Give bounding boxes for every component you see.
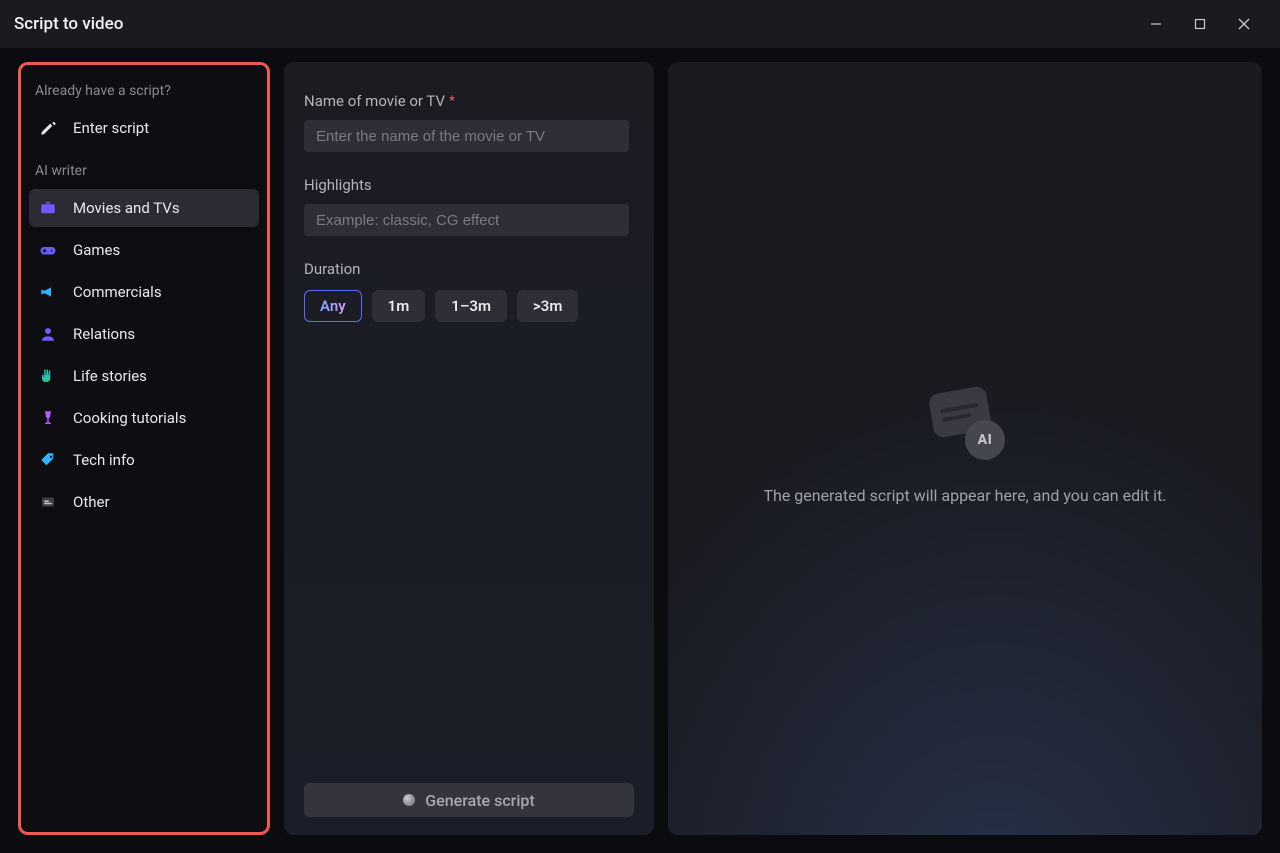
category-label: Commercials (73, 283, 162, 301)
wine-icon (37, 407, 59, 429)
preview-panel: AI The generated script will appear here… (668, 62, 1262, 835)
preview-placeholder-text: The generated script will appear here, a… (763, 484, 1166, 508)
generate-label: Generate script (425, 791, 534, 810)
category-tv[interactable]: Movies and TVs (29, 189, 259, 227)
category-label: Movies and TVs (73, 199, 180, 217)
category-tag[interactable]: Tech info (29, 441, 259, 479)
duration-label: 1–3m (451, 297, 491, 315)
minimize-button[interactable] (1134, 0, 1178, 48)
pencil-icon (37, 117, 59, 139)
category-megaphone[interactable]: Commercials (29, 273, 259, 311)
duration-13m[interactable]: 1–3m (435, 290, 507, 322)
duration-3m[interactable]: >3m (517, 290, 578, 322)
titlebar: Script to video (0, 0, 1280, 48)
duration-label: 1m (388, 297, 410, 315)
category-gamepad[interactable]: Games (29, 231, 259, 269)
category-list: Movies and TVs Games Commercials Relations L… (29, 189, 259, 521)
sidebar: Already have a script? Enter script AI w… (18, 62, 270, 835)
duration-chipset: Any 1m 1–3m >3m (304, 290, 634, 322)
category-label: Cooking tutorials (73, 409, 186, 427)
category-label: Tech info (73, 451, 135, 469)
enter-script-label: Enter script (73, 119, 149, 137)
ai-badge: AI (965, 420, 1005, 460)
spinner-icon (403, 794, 415, 806)
duration-label: >3m (533, 297, 562, 315)
megaphone-icon (37, 281, 59, 303)
category-label: Other (73, 493, 110, 511)
duration-label: Any (320, 297, 346, 315)
name-label: Name of movie or TV * (304, 92, 634, 110)
category-person[interactable]: Relations (29, 315, 259, 353)
generate-script-button[interactable]: Generate script (304, 783, 634, 817)
form-panel: Name of movie or TV * Highlights Duratio… (284, 62, 654, 835)
movie-name-input[interactable] (304, 120, 629, 152)
duration-1m[interactable]: 1m (372, 290, 426, 322)
category-label: Games (73, 241, 120, 259)
ai-placeholder-icon: AI (925, 390, 1005, 460)
category-hand[interactable]: Life stories (29, 357, 259, 395)
section-ai-writer: AI writer (29, 157, 259, 189)
category-label: Relations (73, 325, 135, 343)
highlights-input[interactable] (304, 204, 629, 236)
highlights-label: Highlights (304, 176, 634, 194)
category-wine[interactable]: Cooking tutorials (29, 399, 259, 437)
person-icon (37, 323, 59, 345)
required-marker: * (449, 94, 455, 109)
duration-label: Duration (304, 260, 634, 278)
section-have-script: Already have a script? (29, 77, 259, 109)
hand-icon (37, 365, 59, 387)
category-label: Life stories (73, 367, 147, 385)
enter-script-item[interactable]: Enter script (29, 109, 259, 147)
duration-Any[interactable]: Any (304, 290, 362, 322)
close-button[interactable] (1222, 0, 1266, 48)
other-icon (37, 491, 59, 513)
maximize-button[interactable] (1178, 0, 1222, 48)
tv-icon (37, 197, 59, 219)
window-title: Script to video (14, 14, 123, 34)
workspace: Already have a script? Enter script AI w… (0, 48, 1280, 853)
tag-icon (37, 449, 59, 471)
gamepad-icon (37, 239, 59, 261)
category-other[interactable]: Other (29, 483, 259, 521)
